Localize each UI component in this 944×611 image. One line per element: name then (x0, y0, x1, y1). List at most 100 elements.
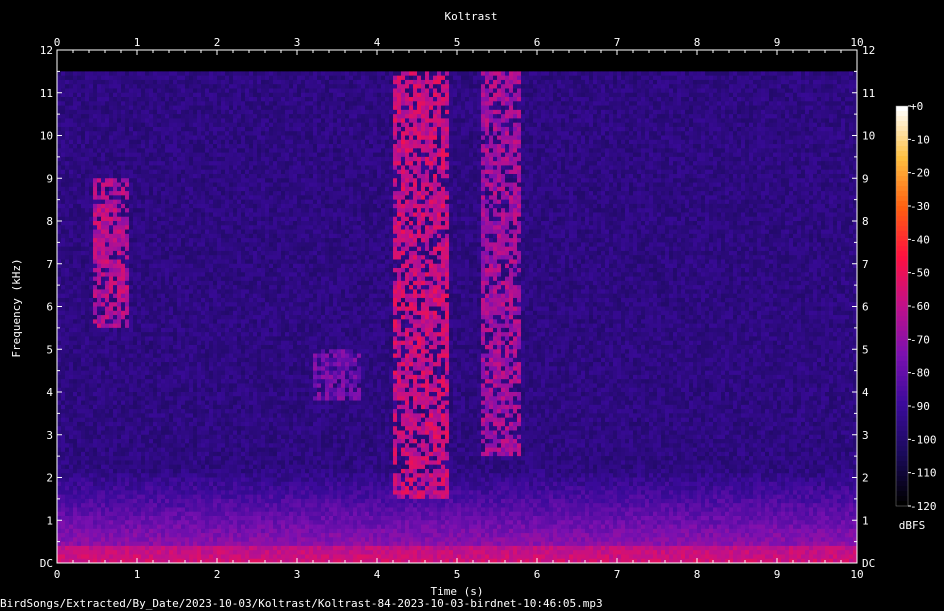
spectrogram-cell (97, 131, 101, 136)
spectrogram-cell (489, 80, 493, 85)
spectrogram-cell (525, 114, 529, 119)
spectrogram-cell (149, 118, 153, 123)
spectrogram-cell (237, 127, 241, 132)
spectrogram-cell (477, 110, 481, 115)
spectrogram-cell (305, 54, 309, 59)
spectrogram-cell (573, 54, 577, 59)
spectrogram-cell (81, 144, 85, 149)
spectrogram-cell (101, 97, 105, 102)
spectrogram-cell (833, 127, 837, 132)
spectrogram-cell (117, 80, 121, 85)
spectrogram-cell (681, 148, 685, 153)
spectrogram-cell (413, 88, 417, 93)
spectrogram-cell (373, 110, 377, 115)
spectrogram-cell (357, 148, 361, 153)
spectrogram-cell (593, 84, 597, 89)
spectrogram-cell (401, 93, 405, 98)
spectrogram-cell (509, 93, 513, 98)
spectrogram-cell (445, 127, 449, 132)
spectrogram-cell (409, 131, 413, 136)
spectrogram-cell (585, 80, 589, 85)
spectrogram-cell (245, 101, 249, 106)
spectrogram-cell (585, 148, 589, 153)
spectrogram-cell (129, 50, 133, 55)
spectrogram-cell (737, 110, 741, 115)
spectrogram-cell (221, 140, 225, 145)
spectrogram-cell (369, 114, 373, 119)
spectrogram-cell (97, 114, 101, 119)
spectrogram-cell (493, 50, 497, 55)
spectrogram-cell (125, 93, 129, 98)
spectrogram-cell (801, 140, 805, 145)
spectrogram-cell (533, 153, 537, 158)
spectrogram-cell (657, 67, 661, 72)
spectrogram-cell (97, 110, 101, 115)
spectrogram-cell (101, 93, 105, 98)
spectrogram-cell (285, 144, 289, 149)
spectrogram-cell (77, 140, 81, 145)
spectrogram-cell (457, 106, 461, 111)
spectrogram-cell (589, 131, 593, 136)
spectrogram-cell (313, 144, 317, 149)
spectrogram-cell (545, 153, 549, 158)
spectrogram-cell (309, 93, 313, 98)
spectrogram-cell (153, 148, 157, 153)
spectrogram-cell (249, 97, 253, 102)
spectrogram-cell (673, 127, 677, 132)
spectrogram-cell (529, 101, 533, 106)
spectrogram-cell (445, 84, 449, 89)
spectrogram-cell (205, 114, 209, 119)
spectrogram-cell (645, 80, 649, 85)
spectrogram-cell (93, 97, 97, 102)
spectrogram-cell (429, 114, 433, 119)
spectrogram-cell (293, 93, 297, 98)
spectrogram-cell (145, 59, 149, 64)
spectrogram-cell (173, 54, 177, 59)
spectrogram-cell (441, 59, 445, 64)
spectrogram-cell (361, 153, 365, 158)
spectrogram-cell (305, 59, 309, 64)
spectrogram-cell (625, 71, 629, 76)
spectrogram-cell (433, 80, 437, 85)
spectrogram-cell (809, 59, 813, 64)
spectrogram-cell (553, 71, 557, 76)
spectrogram-cell (489, 136, 493, 141)
spectrogram-cell (569, 127, 573, 132)
spectrogram-cell (189, 101, 193, 106)
spectrogram-cell (273, 127, 277, 132)
spectrogram-cell (81, 84, 85, 89)
spectrogram-cell (353, 153, 357, 158)
spectrogram-cell (837, 97, 841, 102)
spectrogram-cell (305, 118, 309, 123)
spectrogram-cell (125, 88, 129, 93)
spectrogram-cell (89, 123, 93, 128)
spectrogram-cell (69, 59, 73, 64)
spectrogram-cell (565, 84, 569, 89)
spectrogram-cell (541, 136, 545, 141)
spectrogram-cell (617, 144, 621, 149)
spectrogram-cell (261, 127, 265, 132)
spectrogram-cell (313, 136, 317, 141)
spectrogram-cell (57, 71, 61, 76)
spectrogram-cell (349, 71, 353, 76)
spectrogram-cell (329, 97, 333, 102)
spectrogram-cell (501, 127, 505, 132)
spectrogram-cell (417, 123, 421, 128)
spectrogram-cell (421, 131, 425, 136)
spectrogram-cell (521, 93, 525, 98)
spectrogram-cell (281, 88, 285, 93)
spectrogram-cell (813, 59, 817, 64)
spectrogram-cell (109, 148, 113, 153)
spectrogram-cell (789, 131, 793, 136)
spectrogram-cell (481, 93, 485, 98)
spectrogram-cell (837, 140, 841, 145)
spectrogram-cell (305, 144, 309, 149)
spectrogram-cell (821, 148, 825, 153)
spectrogram-cell (85, 118, 89, 123)
spectrogram-cell (357, 114, 361, 119)
spectrogram-cell (273, 123, 277, 128)
spectrogram-cell (273, 136, 277, 141)
spectrogram-cell (141, 88, 145, 93)
spectrogram-cell (449, 110, 453, 115)
spectrogram-cell (841, 144, 845, 149)
